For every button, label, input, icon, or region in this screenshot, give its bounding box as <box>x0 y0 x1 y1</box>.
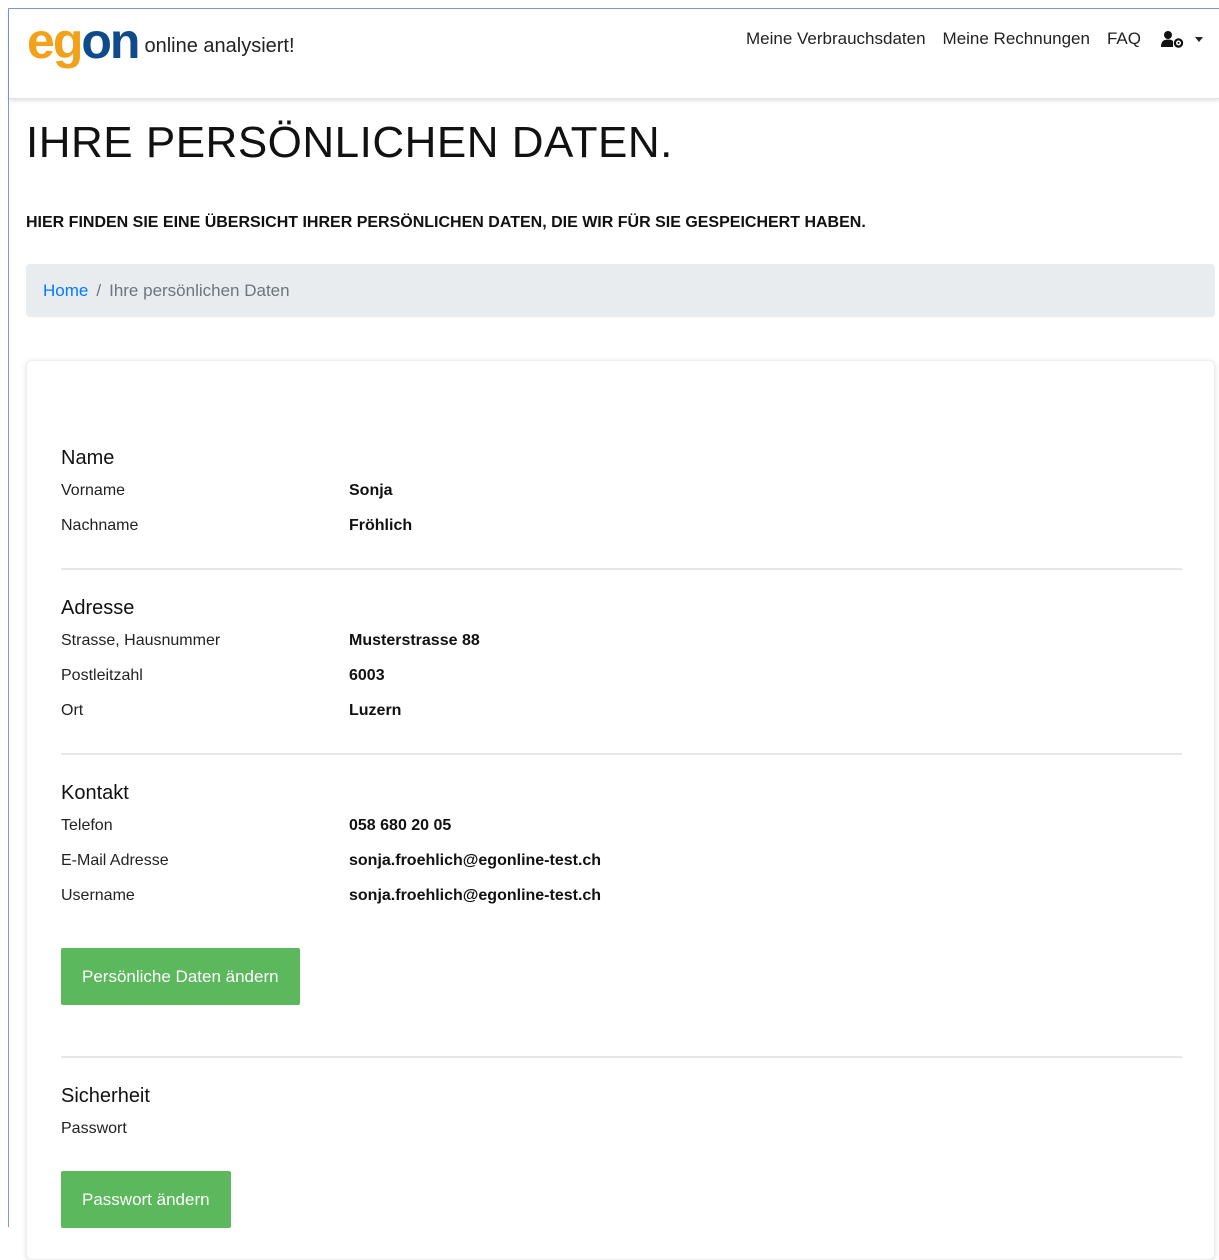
breadcrumb: Home / Ihre persönlichen Daten <box>26 264 1215 317</box>
field-label: Passwort <box>61 1119 127 1137</box>
user-menu-dropdown[interactable] <box>1161 30 1203 48</box>
section-sicherheit: Sicherheit Passwort <box>61 1081 1182 1146</box>
data-row-email: E-Mail Adresse sonja.froehlich@egonline-… <box>61 843 1182 878</box>
field-label: Telefon <box>61 816 113 834</box>
nav-verbrauchsdaten[interactable]: Meine Verbrauchsdaten <box>746 29 926 49</box>
data-row-vorname: Vorname Sonja <box>61 473 1182 508</box>
field-value: sonja.froehlich@egonline-test.ch <box>349 851 602 869</box>
section-title-sicherheit: Sicherheit <box>61 1085 150 1107</box>
field-value: sonja.froehlich@egonline-test.ch <box>349 886 602 904</box>
section-name: Name Vorname Sonja Nachname Fröhlich <box>61 443 1182 543</box>
section-kontakt: Kontakt Telefon 058 680 20 05 E-Mail Adr… <box>61 778 1182 913</box>
section-divider <box>61 568 1182 570</box>
change-password-button[interactable]: Passwort ändern <box>61 1171 231 1228</box>
field-label: Nachname <box>61 516 139 534</box>
data-row-ort: Ort Luzern <box>61 693 1182 728</box>
breadcrumb-home-link[interactable]: Home <box>43 281 88 301</box>
field-label: Strasse, Hausnummer <box>61 631 221 649</box>
field-label: Username <box>61 886 135 904</box>
field-value: 6003 <box>349 666 385 684</box>
field-value: Fröhlich <box>349 516 413 534</box>
section-title-name: Name <box>61 447 115 469</box>
field-label: Postleitzahl <box>61 666 143 684</box>
main-nav: Meine Verbrauchsdaten Meine Rechnungen F… <box>729 29 1203 49</box>
section-title-kontakt: Kontakt <box>61 782 129 804</box>
field-value: 058 680 20 05 <box>349 816 452 834</box>
logo-letter-g: g <box>52 13 84 69</box>
section-divider <box>61 1056 1182 1058</box>
personal-data-card: Name Vorname Sonja Nachname Fröhlich Adr… <box>26 360 1215 1260</box>
data-row-nachname: Nachname Fröhlich <box>61 508 1182 543</box>
nav-rechnungen[interactable]: Meine Rechnungen <box>943 29 1090 49</box>
breadcrumb-separator: / <box>96 280 102 300</box>
field-value: Musterstrasse 88 <box>349 631 480 649</box>
field-value: Luzern <box>349 701 402 719</box>
breadcrumb-current: Ihre persönlichen Daten <box>109 280 290 300</box>
data-row-strasse: Strasse, Hausnummer Musterstrasse 88 <box>61 623 1182 658</box>
top-navbar: e g on online analysiert! Meine Verbrauchs… <box>9 9 1219 99</box>
user-cog-icon <box>1161 30 1185 48</box>
section-title-adresse: Adresse <box>61 597 135 619</box>
section-divider <box>61 753 1182 755</box>
egon-logo[interactable]: e g on online analysiert! <box>27 11 295 71</box>
edit-personal-data-button[interactable]: Persönliche Daten ändern <box>61 948 300 1005</box>
field-label: Vorname <box>61 481 126 499</box>
data-row-telefon: Telefon 058 680 20 05 <box>61 808 1182 843</box>
data-row-passwort: Passwort <box>61 1111 1182 1146</box>
nav-faq[interactable]: FAQ <box>1107 29 1141 49</box>
logo-letter-e: e <box>27 13 55 69</box>
chevron-down-icon <box>1195 36 1203 42</box>
logo-letters-on: on <box>81 13 140 69</box>
field-label: Ort <box>61 701 84 719</box>
field-value: Sonja <box>349 481 393 499</box>
field-label: E-Mail Adresse <box>61 851 169 869</box>
data-row-username: Username sonja.froehlich@egonline-test.c… <box>61 878 1182 913</box>
data-row-postleitzahl: Postleitzahl 6003 <box>61 658 1182 693</box>
page-title: IHRE PERSÖNLICHEN DATEN. <box>26 118 673 167</box>
section-adresse: Adresse Strasse, Hausnummer Musterstrass… <box>61 593 1182 728</box>
page-subtitle: HIER FINDEN SIE EINE ÜBERSICHT IHRER PER… <box>26 214 866 231</box>
logo-tagline: online analysiert! <box>144 34 295 57</box>
